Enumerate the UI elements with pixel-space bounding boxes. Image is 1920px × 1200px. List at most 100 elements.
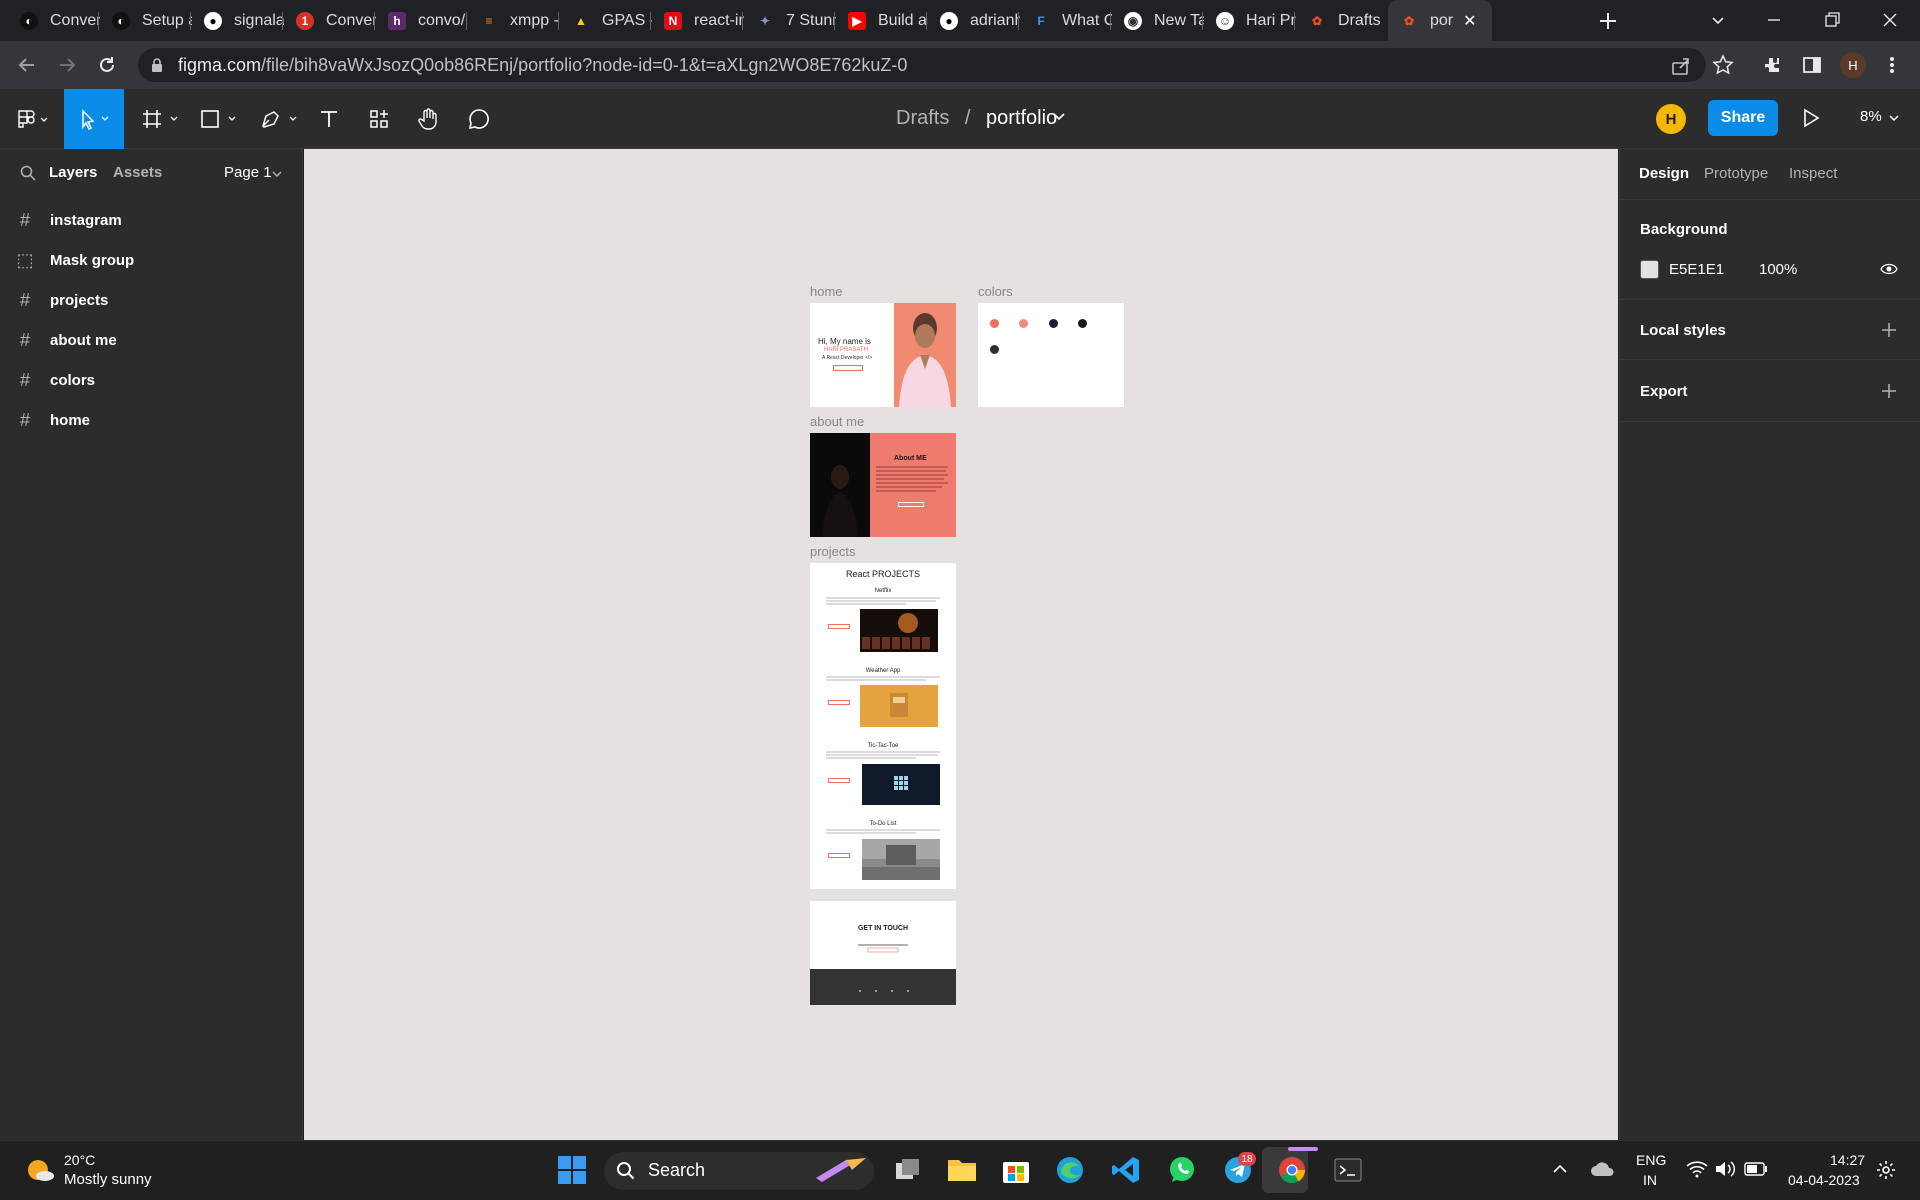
projects-frame[interactable]: React PROJECTS Netflix Weather App Tic-T… [810,563,956,889]
layer-row[interactable]: # colors [0,360,303,400]
edge-icon[interactable] [1050,1150,1090,1190]
tab-assets[interactable]: Assets [113,164,162,181]
back-icon[interactable] [16,54,38,76]
comment-tool-icon[interactable] [464,89,494,149]
contact-frame[interactable]: GET IN TOUCH [810,901,956,1005]
url-text[interactable]: figma.com/file/bih8vaWxJsozQ0ob86REnj/po… [178,55,907,75]
weather-desc[interactable]: Mostly sunny [64,1171,152,1188]
page-chevron-icon[interactable] [272,170,282,178]
profile-avatar[interactable]: H [1840,52,1866,78]
browser-tab[interactable]: ▶ Build ai [836,0,928,41]
tab-design[interactable]: Design [1639,165,1689,182]
browser-tab[interactable]: ✿ por ✕ [1388,0,1492,41]
clock-time[interactable]: 14:27 [1830,1152,1865,1168]
about-frame[interactable]: About ME [810,433,956,537]
frame-label-projects[interactable]: projects [810,544,856,559]
tab-layers[interactable]: Layers [49,164,97,181]
tab-inspect[interactable]: Inspect [1789,165,1837,182]
terminal-icon[interactable] [1328,1150,1368,1190]
wifi-icon[interactable] [1686,1160,1708,1178]
browser-tab[interactable]: ▲ GPAS – [560,0,652,41]
zoom-level[interactable]: 8% [1860,108,1882,125]
share-button[interactable]: Share [1708,100,1778,136]
file-explorer-icon[interactable] [942,1150,982,1190]
tab-prototype[interactable]: Prototype [1704,165,1768,182]
layer-row[interactable]: # projects [0,280,303,320]
move-tool[interactable] [64,89,124,149]
minimize-icon[interactable] [1764,10,1784,30]
background-hex[interactable]: E5E1E1 [1669,261,1724,278]
notification-gear-icon[interactable] [1876,1160,1896,1180]
new-tab-icon[interactable] [1597,10,1619,32]
resources-tool-icon[interactable] [364,89,394,149]
tray-overflow-icon[interactable] [1552,1162,1568,1174]
chrome-icon[interactable] [1272,1150,1312,1190]
browser-tab[interactable]: 1 Conver [284,0,376,41]
browser-tab[interactable]: ◐ Setup a [100,0,192,41]
browser-tab[interactable]: ◐ Conver [8,0,100,41]
onedrive-icon[interactable] [1590,1160,1616,1178]
side-panel-icon[interactable] [1802,55,1822,75]
breadcrumb-drafts[interactable]: Drafts [896,107,949,129]
region-code[interactable]: IN [1643,1172,1657,1188]
microsoft-store-icon[interactable] [996,1150,1036,1190]
background-opacity[interactable]: 100% [1759,261,1797,278]
text-tool-icon[interactable] [314,89,344,149]
layer-row[interactable]: # about me [0,320,303,360]
battery-icon[interactable] [1744,1162,1768,1176]
task-view-icon[interactable] [888,1150,928,1190]
lock-icon[interactable] [150,57,164,73]
volume-icon[interactable] [1714,1160,1736,1178]
browser-tab[interactable]: ☺ Hari Pr [1204,0,1296,41]
browser-tab[interactable]: F What C [1020,0,1112,41]
visibility-eye-icon[interactable] [1880,262,1898,276]
frame-tool-icon[interactable] [138,89,184,149]
clock-date[interactable]: 04-04-2023 [1788,1172,1860,1188]
layer-row[interactable]: # home [0,400,303,440]
layer-row[interactable]: ⬚ Mask group [0,240,303,280]
browser-tab[interactable]: ● signala [192,0,284,41]
search-icon[interactable] [20,165,36,181]
close-tab-icon[interactable]: ✕ [1463,11,1476,31]
browser-tab[interactable]: ≡ xmpp - [468,0,560,41]
colors-frame[interactable] [978,303,1124,407]
user-avatar[interactable]: H [1656,104,1686,134]
weather-temp[interactable]: 20°C [64,1152,95,1168]
tab-search-icon[interactable] [1710,12,1726,28]
home-frame[interactable]: Hi, My name is HARI PRASATH A React Deve… [810,303,956,407]
background-color-swatch[interactable] [1640,260,1659,279]
browser-menu-icon[interactable] [1888,55,1896,75]
add-local-style-icon[interactable] [1881,322,1897,338]
shape-tool-icon[interactable] [196,89,242,149]
whatsapp-icon[interactable] [1162,1150,1202,1190]
browser-tab[interactable]: ◉ New Ta [1112,0,1204,41]
layer-row[interactable]: # instagram [0,200,303,240]
frame-label-home[interactable]: home [810,284,843,299]
browser-tab[interactable]: Nreact-in [652,0,744,41]
frame-label-colors[interactable]: colors [978,284,1013,299]
restore-icon[interactable] [1822,10,1842,30]
forward-icon[interactable] [56,54,78,76]
reload-icon[interactable] [96,54,118,76]
weather-sun-icon[interactable] [24,1154,56,1186]
add-export-icon[interactable] [1881,383,1897,399]
browser-tab[interactable]: ✿ Drafts [1296,0,1388,41]
browser-tab[interactable]: ● adrianh [928,0,1020,41]
browser-tab[interactable]: ✦ 7 Stunn [744,0,836,41]
file-menu-chevron-icon[interactable] [1052,112,1066,122]
language-code[interactable]: ENG [1636,1152,1666,1168]
zoom-chevron-icon[interactable] [1888,114,1900,122]
hand-tool-icon[interactable] [414,89,444,149]
page-selector[interactable]: Page 1 [224,164,272,181]
present-icon[interactable] [1802,108,1820,128]
bookmark-star-icon[interactable] [1712,54,1734,76]
frame-label-about[interactable]: about me [810,414,864,429]
canvas[interactable] [304,149,1618,1140]
extensions-icon[interactable] [1762,55,1782,75]
close-window-icon[interactable] [1880,10,1900,30]
browser-tab[interactable]: h convo/ [376,0,468,41]
share-page-icon[interactable] [1670,55,1692,77]
windows-start-icon[interactable] [552,1150,592,1190]
pen-tool-icon[interactable] [256,89,302,149]
file-name[interactable]: portfolio [986,107,1057,129]
